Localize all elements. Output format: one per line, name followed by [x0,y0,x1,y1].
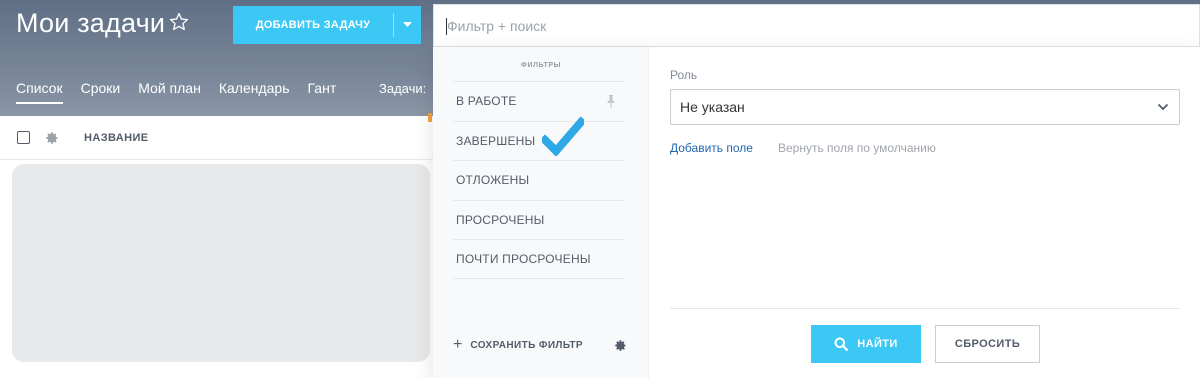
save-filter-label: СОХРАНИТЬ ФИЛЬТР [470,339,583,351]
filter-preset-label: ЗАВЕРШЕНЫ [456,133,536,148]
tab-calendar[interactable]: Календарь [219,80,290,104]
role-field-label: Роль [670,68,698,82]
view-tabs: Список Сроки Мой план Календарь Гант [16,80,354,104]
reset-button[interactable]: СБРОСИТЬ [935,325,1040,363]
filter-preset-label: В РАБОТЕ [456,94,517,109]
filter-search-bar[interactable] [433,4,1200,47]
search-input[interactable] [434,17,1199,34]
filters-title: ФИЛЬТРЫ [520,62,562,69]
gear-icon[interactable] [614,339,627,352]
task-list-panel: НАЗВАНИЕ [0,116,440,378]
add-field-link[interactable]: Добавить поле [670,141,753,155]
column-header-name[interactable]: НАЗВАНИЕ [84,132,149,144]
find-button-label: НАЙТИ [857,338,898,350]
save-filter-button[interactable]: + СОХРАНИТЬ ФИЛЬТР [453,337,583,353]
tab-my-plan[interactable]: Мой план [138,80,201,104]
tab-gantt[interactable]: Гант [308,80,337,104]
filter-preset-deferred[interactable]: ОТЛОЖЕНЫ [453,160,624,200]
role-select-value: Не указан [680,99,745,115]
filter-preset-label: ОТЛОЖЕНЫ [456,173,530,188]
filter-popup: ФИЛЬТРЫ В РАБОТЕ ЗАВЕРШЕНЫ ОТЛОЖЕНЫ ПРОС… [433,47,1200,378]
list-header: НАЗВАНИЕ [0,116,440,160]
tab-deadlines[interactable]: Сроки [81,80,121,104]
pin-icon[interactable] [606,95,616,108]
add-task-menu-toggle[interactable] [394,22,421,28]
tasks-counter-label: Задачи: [379,81,427,96]
filter-preset-list: В РАБОТЕ ЗАВЕРШЕНЫ ОТЛОЖЕНЫ ПРОСРОЧЕНЫ П… [453,81,624,279]
tab-list[interactable]: Список [16,80,63,104]
divider [670,308,1180,309]
find-button[interactable]: НАЙТИ [811,325,921,363]
text-caret [446,18,447,35]
chevron-down-icon [403,22,412,27]
add-task-button[interactable]: ДОБАВИТЬ ЗАДАЧУ [233,6,421,44]
filter-presets-panel: ФИЛЬТРЫ В РАБОТЕ ЗАВЕРШЕНЫ ОТЛОЖЕНЫ ПРОС… [433,47,649,378]
reset-button-label: СБРОСИТЬ [954,338,1021,350]
search-icon [834,337,849,351]
role-select[interactable]: Не указан [670,89,1180,125]
loading-placeholder [12,164,430,362]
reset-fields-link[interactable]: Вернуть поля по умолчанию [778,141,936,155]
select-all-checkbox[interactable] [17,131,30,144]
plus-icon: + [453,336,463,353]
gear-icon[interactable] [45,131,59,145]
star-icon[interactable] [168,11,190,33]
checkmark-icon [542,116,584,156]
page-title: Мои задачи [16,8,166,38]
filter-preset-overdue[interactable]: ПРОСРОЧЕНЫ [453,199,624,240]
filter-preset-label: ПРОСРОЧЕНЫ [456,212,545,227]
add-task-label: ДОБАВИТЬ ЗАДАЧУ [255,19,371,31]
filter-preset-almost-overdue[interactable]: ПОЧТИ ПРОСРОЧЕНЫ [453,239,624,279]
status-marker [428,113,432,122]
filter-preset-in-progress[interactable]: В РАБОТЕ [453,81,624,121]
chevron-down-icon [1157,103,1169,111]
filter-preset-label: ПОЧТИ ПРОСРОЧЕНЫ [456,251,591,266]
filter-preset-completed[interactable]: ЗАВЕРШЕНЫ [453,120,624,161]
